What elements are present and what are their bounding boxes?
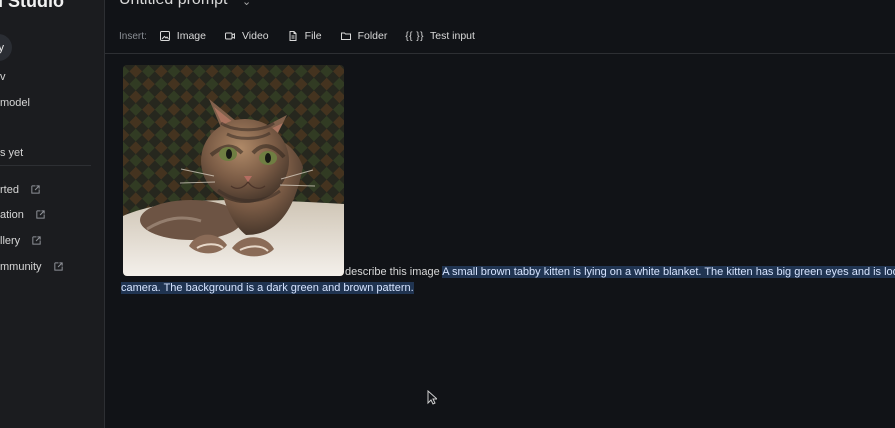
sidebar-item-label: v [0, 71, 6, 83]
insert-file-label: File [304, 30, 322, 42]
kitten-photo-graphic [123, 65, 344, 276]
sidebar-item-label: ation [0, 209, 24, 221]
kitten-image[interactable] [123, 65, 344, 276]
sidebar-item-model[interactable]: model [0, 97, 30, 109]
sidebar-item-label: rted [0, 184, 19, 196]
prompt-title[interactable]: Untitled prompt [119, 0, 228, 9]
sidebar-item-label: s yet [0, 147, 24, 159]
sidebar-item-selected[interactable]: y [0, 34, 12, 61]
sidebar-link-getting-started[interactable]: rted [0, 184, 41, 196]
insert-video-button[interactable]: Video [224, 25, 269, 47]
prompt-header: Untitled prompt ⌄ [105, 0, 895, 20]
prompt-input-line[interactable]: describe this image A small brown tabby … [345, 266, 895, 278]
insert-label: Insert: [119, 30, 147, 42]
sidebar-divider [0, 165, 91, 166]
insert-test-input-label: Test input [429, 30, 475, 42]
sidebar-item-history[interactable]: s yet [0, 147, 23, 159]
insert-image-label: Image [176, 30, 206, 42]
insert-folder-label: Folder [357, 30, 388, 42]
file-icon [289, 31, 297, 41]
external-link-icon [36, 210, 45, 219]
external-link-icon [32, 236, 41, 245]
folder-icon [340, 32, 351, 40]
video-icon [224, 32, 235, 40]
sidebar-link-community[interactable]: mmunity [0, 261, 64, 273]
external-link-icon [31, 185, 40, 194]
insert-test-input-button[interactable]: {{ }} Test input [405, 25, 475, 47]
generated-response-line[interactable]: camera. The background is a dark green a… [121, 282, 895, 294]
sidebar: I Studio y v model s yet rted ation lle [0, 0, 105, 428]
chevron-down-icon[interactable]: ⌄ [242, 0, 251, 8]
prompt-editor[interactable]: describe this image A small brown tabby … [105, 55, 895, 428]
external-link-icon [53, 262, 63, 271]
insert-image-button[interactable]: Image [159, 25, 206, 47]
sidebar-link-documentation[interactable]: ation [0, 209, 46, 221]
image-icon [159, 31, 170, 41]
sidebar-item-label: y [0, 42, 4, 54]
braces-icon: {{ }} [405, 30, 424, 42]
sidebar-link-gallery[interactable]: llery [0, 235, 42, 247]
sidebar-item-label: llery [0, 235, 21, 247]
insert-folder-button[interactable]: Folder [340, 25, 388, 47]
insert-toolbar: Insert: Image Video File Folder {{}} Te… [105, 19, 895, 54]
app-window: I Studio y v model s yet rted ation lle [0, 0, 895, 428]
generated-response-selected-text[interactable]: camera. The background is a dark green a… [121, 282, 414, 294]
generated-response-selected-text[interactable]: A small brown tabby kitten is lying on a… [442, 266, 895, 278]
sidebar-item-label: mmunity [0, 261, 42, 273]
insert-video-label: Video [241, 30, 269, 42]
sidebar-item-label: model [0, 97, 30, 109]
mouse-pointer-icon [427, 390, 437, 405]
app-brand: I Studio [0, 0, 64, 11]
insert-file-button[interactable]: File [287, 25, 322, 47]
user-prompt-text: describe this image [345, 266, 440, 278]
sidebar-item[interactable]: v [0, 71, 6, 83]
